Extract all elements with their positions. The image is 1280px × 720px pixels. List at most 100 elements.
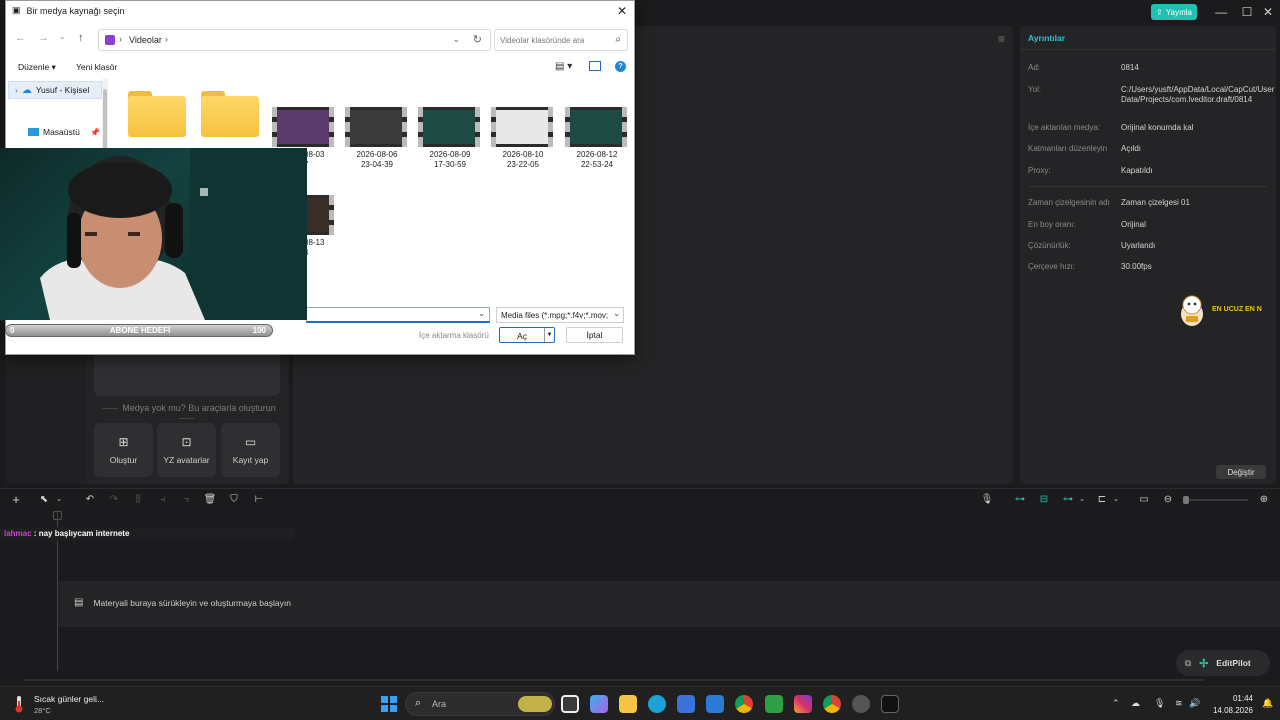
back-icon[interactable]: ← [15, 32, 26, 44]
windows-start-icon[interactable] [381, 696, 397, 712]
chrome-profile-icon[interactable] [823, 695, 841, 713]
chevron-right-icon[interactable]: › [165, 34, 168, 44]
shield-icon[interactable]: ⛉ [227, 493, 241, 507]
nav-item-desktop[interactable]: Masaüstü 📌 [8, 124, 100, 140]
close-icon[interactable]: ✕ [617, 4, 627, 18]
preview-pane-icon[interactable] [589, 61, 601, 71]
select-tool-icon[interactable]: ⬉ [37, 493, 51, 507]
xbox-icon[interactable] [765, 695, 783, 713]
file-explorer-icon[interactable] [619, 695, 637, 713]
snap-icon[interactable]: ⊶ [1061, 493, 1075, 507]
chevron-down-icon[interactable]: ⌄ [478, 309, 485, 318]
video-file-item[interactable]: 2026-08-10 23-22-05 [491, 107, 555, 170]
chevron-down-icon[interactable]: ⌄ [1109, 493, 1123, 507]
microphone-icon[interactable]: 🎙 [1154, 698, 1165, 709]
publish-button[interactable]: ⇪ Yayınla [1151, 4, 1197, 20]
video-file-item[interactable]: 2026-08-06 23-04-39 [345, 107, 409, 170]
task-view-icon[interactable] [561, 695, 579, 713]
crop-icon[interactable]: ⊢ [252, 493, 266, 507]
taskbar-search[interactable]: ⌕ Ara [405, 692, 555, 716]
nav-item-onedrive[interactable]: › ☁ Yusuf - Kişisel [8, 81, 102, 99]
organize-menu[interactable]: Düzenle ▾ [18, 62, 56, 73]
caption-icon[interactable]: ▭ [1137, 493, 1151, 507]
zoom-slider-handle[interactable] [1183, 496, 1189, 504]
nav-scrollbar[interactable] [102, 79, 108, 149]
change-button[interactable]: Değiştir [1216, 465, 1266, 479]
folder-item[interactable] [128, 91, 186, 137]
volume-icon[interactable]: 🔊 [1189, 698, 1200, 709]
microphone-icon[interactable]: 🎙 [980, 493, 994, 507]
create-tool-button[interactable]: ⊞ Oluştur [94, 423, 153, 477]
undo-icon[interactable]: ↶ [83, 493, 97, 507]
chevron-right-icon[interactable]: › [119, 34, 122, 44]
store-icon[interactable] [677, 695, 695, 713]
chevron-down-icon[interactable]: ⌄ [1075, 493, 1089, 507]
thermometer-icon[interactable] [12, 695, 26, 713]
new-folder-button[interactable]: Yeni klasör [76, 62, 117, 72]
open-button[interactable]: Aç ▼ [499, 327, 555, 343]
wifi-icon[interactable]: ≋ [1175, 698, 1183, 709]
chevron-down-icon[interactable]: ▼ [544, 328, 554, 342]
zoom-in-icon[interactable]: ⊕ [1257, 493, 1271, 507]
steam-icon[interactable] [852, 695, 870, 713]
clock-date[interactable]: 14.08.2026 [1203, 706, 1253, 715]
split-left-icon[interactable]: ⫞ [156, 493, 170, 507]
forward-icon[interactable]: → [38, 32, 49, 44]
chevron-up-icon[interactable]: ⌃ [1112, 698, 1120, 709]
minimize-icon[interactable]: — [1212, 3, 1230, 21]
editpilot-button[interactable]: ⧉ ✢ EditPilot [1176, 650, 1270, 676]
add-track-icon[interactable]: + [9, 493, 23, 507]
mail-icon[interactable] [706, 695, 724, 713]
delete-icon[interactable]: 🗑 [203, 493, 217, 507]
ai-avatar-button[interactable]: ⊡ YZ avatarlar [157, 423, 216, 477]
menu-icon[interactable]: ≡ [998, 32, 1005, 46]
cancel-button[interactable]: İptal [566, 327, 623, 343]
recent-dropdown-icon[interactable]: ⌄ [59, 32, 66, 41]
view-options-icon[interactable]: ▤ ▾ [555, 61, 572, 72]
refresh-icon[interactable]: ↻ [473, 33, 482, 46]
video-file-item[interactable]: 2026-08-09 17-30-59 [418, 107, 482, 170]
clock-time[interactable]: 01:44 [1213, 694, 1253, 703]
split-right-icon[interactable]: ⫟ [180, 493, 194, 507]
folder-item[interactable] [201, 91, 259, 137]
folder-search-input[interactable]: Videolar klasöründe ara ⌕ [494, 29, 628, 51]
video-thumbnail [565, 107, 627, 147]
chevron-down-icon[interactable]: ⌄ [613, 309, 620, 318]
editpilot-icon: ✢ [1199, 657, 1209, 670]
maximize-icon[interactable]: ☐ [1238, 3, 1256, 21]
timeline-scrollbar[interactable] [24, 679, 1204, 681]
weather-title[interactable]: Sıcak günler geli... [34, 694, 104, 704]
publish-label: Yayınla [1165, 7, 1192, 17]
widgets-app-icon[interactable] [590, 695, 608, 713]
instagram-icon[interactable] [794, 695, 812, 713]
video-file-item[interactable]: 2026-08-12 22-53-24 [565, 107, 629, 170]
nav-item-label: Masaüstü [43, 127, 80, 137]
close-icon[interactable]: ✕ [1259, 3, 1277, 21]
search-placeholder: Videolar klasöründe ara [500, 36, 585, 45]
magnet-icon[interactable]: ⊟ [1037, 493, 1051, 507]
notification-bell-icon[interactable]: 🔔 [1262, 698, 1273, 709]
chevron-down-icon[interactable]: ⌄ [52, 493, 66, 507]
chrome-icon[interactable] [735, 695, 753, 713]
redo-icon[interactable]: ↷ [107, 493, 121, 507]
split-icon[interactable]: ⫼ [131, 493, 145, 507]
zoom-out-icon[interactable]: ⊖ [1161, 493, 1175, 507]
edge-icon[interactable] [648, 695, 666, 713]
up-icon[interactable]: ↑ [78, 32, 84, 44]
desktop-icon [28, 128, 39, 136]
preview-axis-icon[interactable]: ⊏ [1095, 493, 1109, 507]
address-path[interactable]: Videolar [129, 35, 162, 45]
file-type-select[interactable]: Media files (*.mpg;*.f4v;*.mov; ⌄ [496, 307, 624, 323]
onedrive-icon[interactable]: ☁ [1131, 698, 1140, 709]
chevron-right-icon[interactable]: › [15, 85, 18, 95]
help-icon[interactable]: ? [615, 61, 626, 72]
record-button[interactable]: ▭ Kayıt yap [221, 423, 280, 477]
address-bar[interactable]: › Videolar › ⌄ ↻ [98, 29, 491, 51]
drop-hint-text: Materyali buraya sürükleyin ve oluşturma… [93, 597, 291, 608]
zoom-slider[interactable] [1184, 499, 1248, 501]
link-icon[interactable]: ⊶ [1013, 493, 1027, 507]
chevron-down-icon[interactable]: ⌄ [452, 34, 460, 45]
file-name: 2026-08-06 23-04-39 [356, 150, 398, 169]
file-name-input[interactable]: ⌄ [306, 307, 490, 323]
capcut-app-icon[interactable] [881, 695, 899, 713]
